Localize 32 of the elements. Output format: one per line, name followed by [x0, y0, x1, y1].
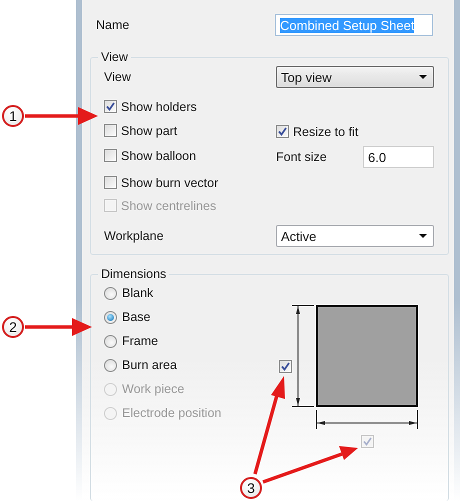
checkbox[interactable] [279, 360, 292, 372]
check-icon [362, 437, 372, 446]
check-icon [281, 362, 290, 370]
checkbox[interactable]: Show burn vector [104, 176, 218, 190]
caret-icon [419, 234, 427, 238]
radio-label[interactable]: Blank [122, 286, 154, 300]
check-icon [106, 102, 115, 112]
checkbox[interactable]: Show holders [104, 100, 197, 114]
checkbox[interactable]: Resize to fit [276, 124, 358, 139]
view-dropdown[interactable]: Top view [276, 66, 434, 88]
checkbox[interactable]: Show balloon [104, 148, 196, 163]
radio-label[interactable]: Base [122, 310, 150, 324]
radio-label[interactable]: Burn area [122, 358, 177, 372]
radio-button[interactable] [104, 286, 117, 300]
field-label: Workplane [104, 229, 165, 243]
checkbox[interactable]: Show part [104, 124, 178, 138]
check-icon [278, 127, 287, 136]
callout-marker: 2 [2, 316, 24, 338]
group-title: View [98, 50, 131, 64]
field-label: View [104, 70, 132, 84]
group-title: Dimensions [98, 267, 170, 281]
caret-icon [419, 75, 427, 79]
field-label: Font size [276, 150, 328, 164]
font-size-field[interactable]: 6.0 [363, 146, 434, 168]
callout-arrow [25, 318, 92, 336]
radio-button[interactable] [104, 310, 117, 324]
workplane-dropdown[interactable]: Active [276, 225, 434, 247]
radio-button[interactable] [104, 358, 117, 372]
radio-button[interactable] [104, 334, 117, 348]
callout-marker: 1 [2, 105, 24, 127]
field-label: Name [96, 18, 130, 32]
radio-label[interactable]: Frame [122, 334, 158, 348]
